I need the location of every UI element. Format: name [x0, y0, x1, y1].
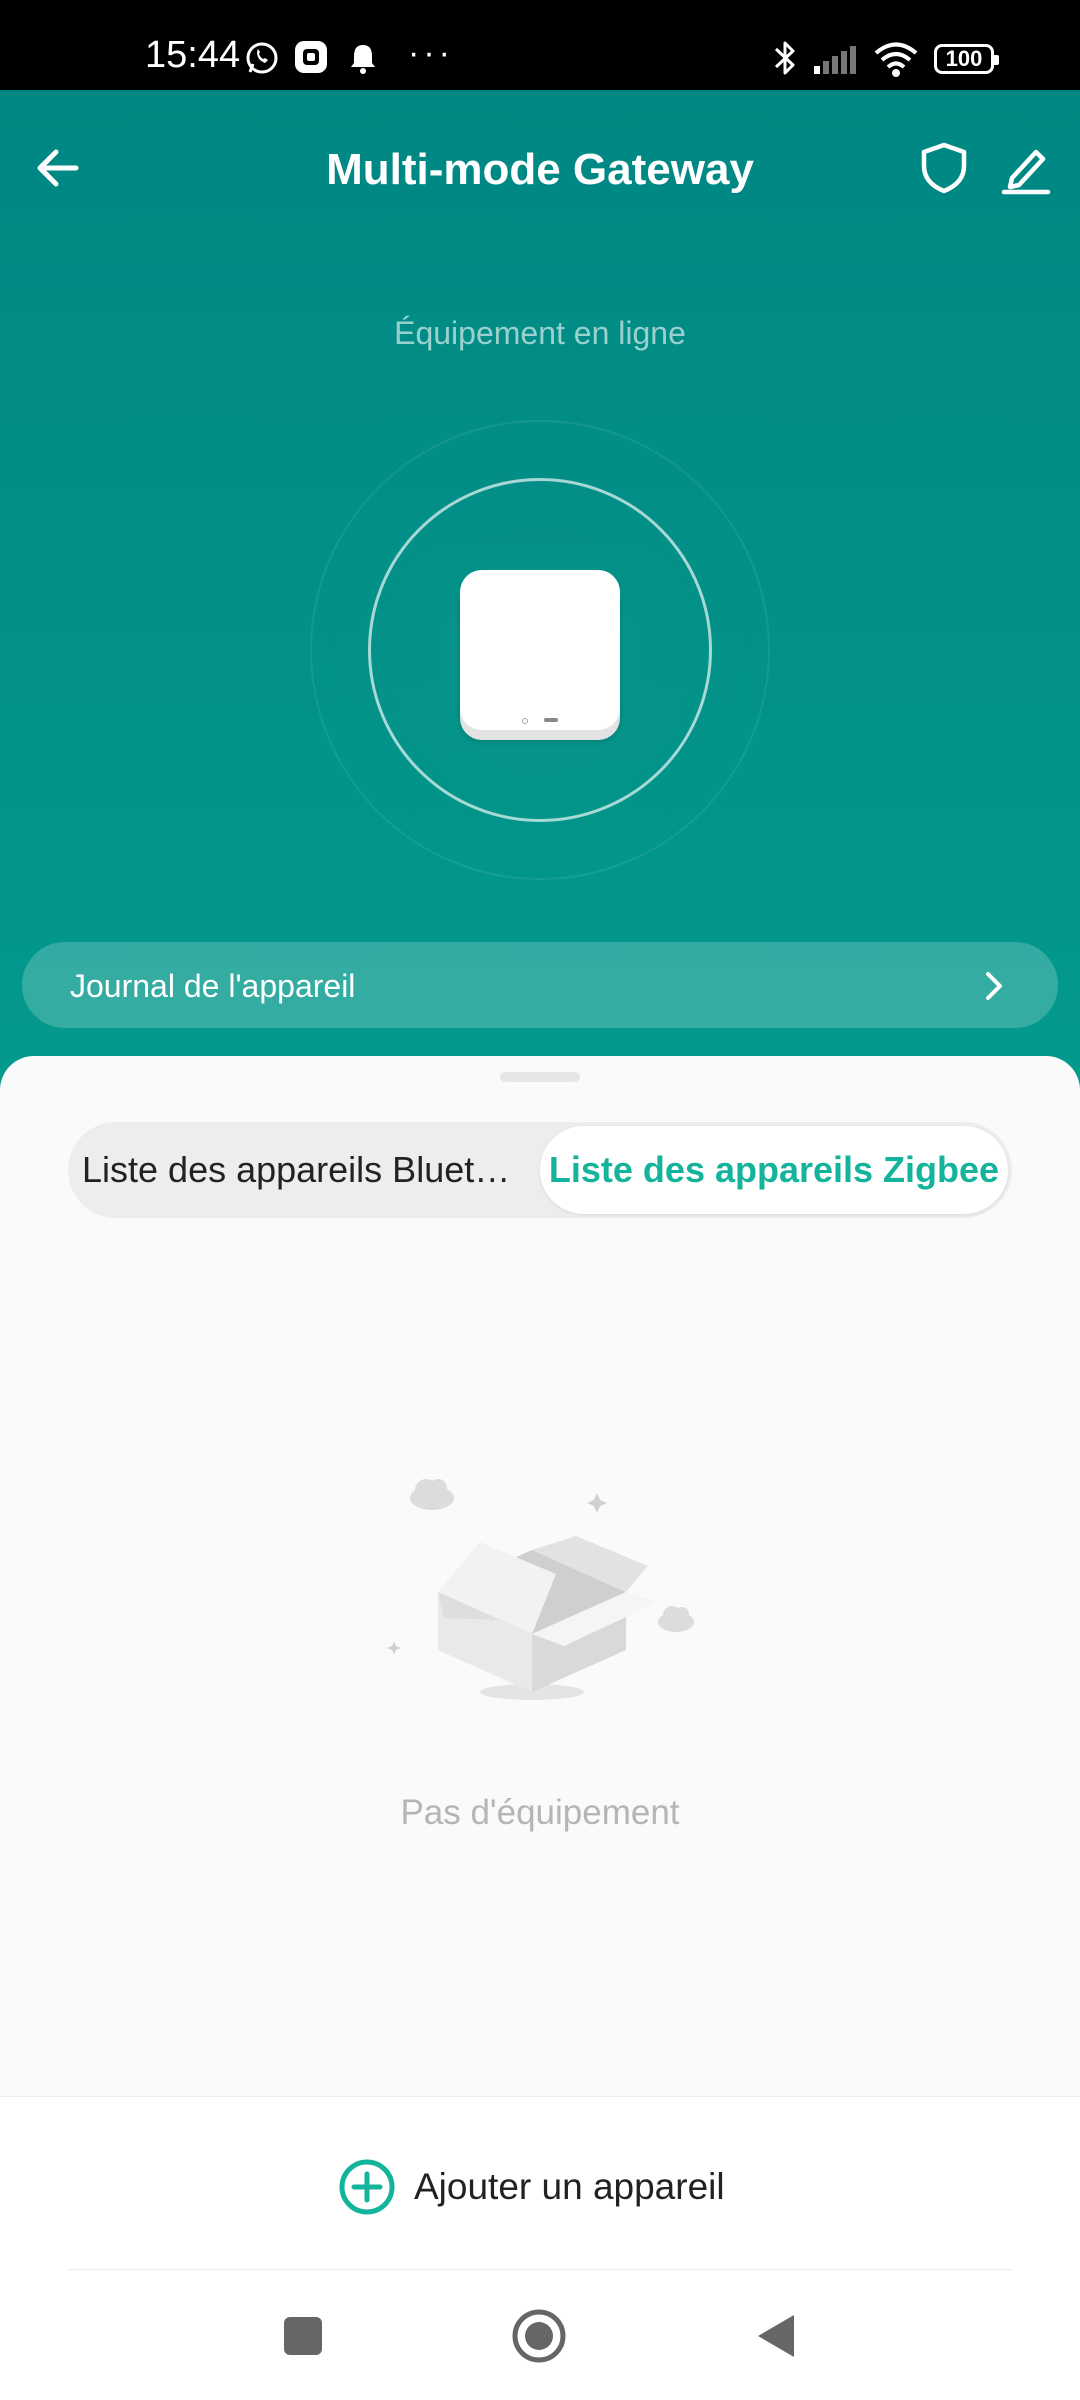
app-notification-icon — [295, 41, 327, 73]
device-log-label: Journal de l'appareil — [70, 968, 356, 1004]
shield-icon[interactable] — [916, 140, 972, 196]
add-device-button[interactable]: Ajouter un appareil — [338, 2157, 725, 2217]
battery-icon: 100 — [934, 44, 999, 74]
empty-box-illustration — [387, 1479, 694, 1700]
recent-apps-icon[interactable] — [280, 2313, 326, 2359]
whatsapp-icon — [246, 42, 278, 74]
battery-level: 100 — [945, 46, 983, 71]
gateway-device-image — [460, 570, 620, 730]
device-status-text: Équipement en ligne — [394, 315, 686, 351]
sheet-drag-handle[interactable] — [500, 1072, 580, 1082]
add-device-label: Ajouter un appareil — [414, 2166, 725, 2207]
chevron-right-icon — [986, 972, 1002, 1000]
empty-state-text: Pas d'équipement — [400, 1793, 680, 1832]
device-log-button[interactable]: Journal de l'appareil — [22, 942, 1058, 1028]
status-bar: 15:44 ··· 100 — [0, 0, 1080, 90]
tab-bluetooth-devices[interactable]: Liste des appareils Bluet… — [82, 1126, 540, 1214]
device-list-tabs: Liste des appareils Bluet… Liste des app… — [68, 1122, 1012, 1218]
footer-divider — [68, 2269, 1012, 2270]
back-triangle-icon[interactable] — [754, 2311, 798, 2361]
bluetooth-icon — [774, 41, 795, 75]
wifi-icon — [874, 42, 918, 77]
footer-actions: Ajouter un appareil — [0, 2096, 1080, 2400]
edit-pencil-icon[interactable] — [998, 140, 1054, 196]
signal-icon — [814, 46, 856, 74]
more-notifications-icon: ··· — [408, 34, 454, 72]
tab-zigbee-devices[interactable]: Liste des appareils Zigbee — [540, 1126, 1008, 1214]
home-icon[interactable] — [510, 2307, 568, 2365]
bell-icon — [351, 45, 375, 74]
add-circle-icon — [339, 2159, 395, 2215]
status-time: 15:44 — [145, 34, 241, 76]
